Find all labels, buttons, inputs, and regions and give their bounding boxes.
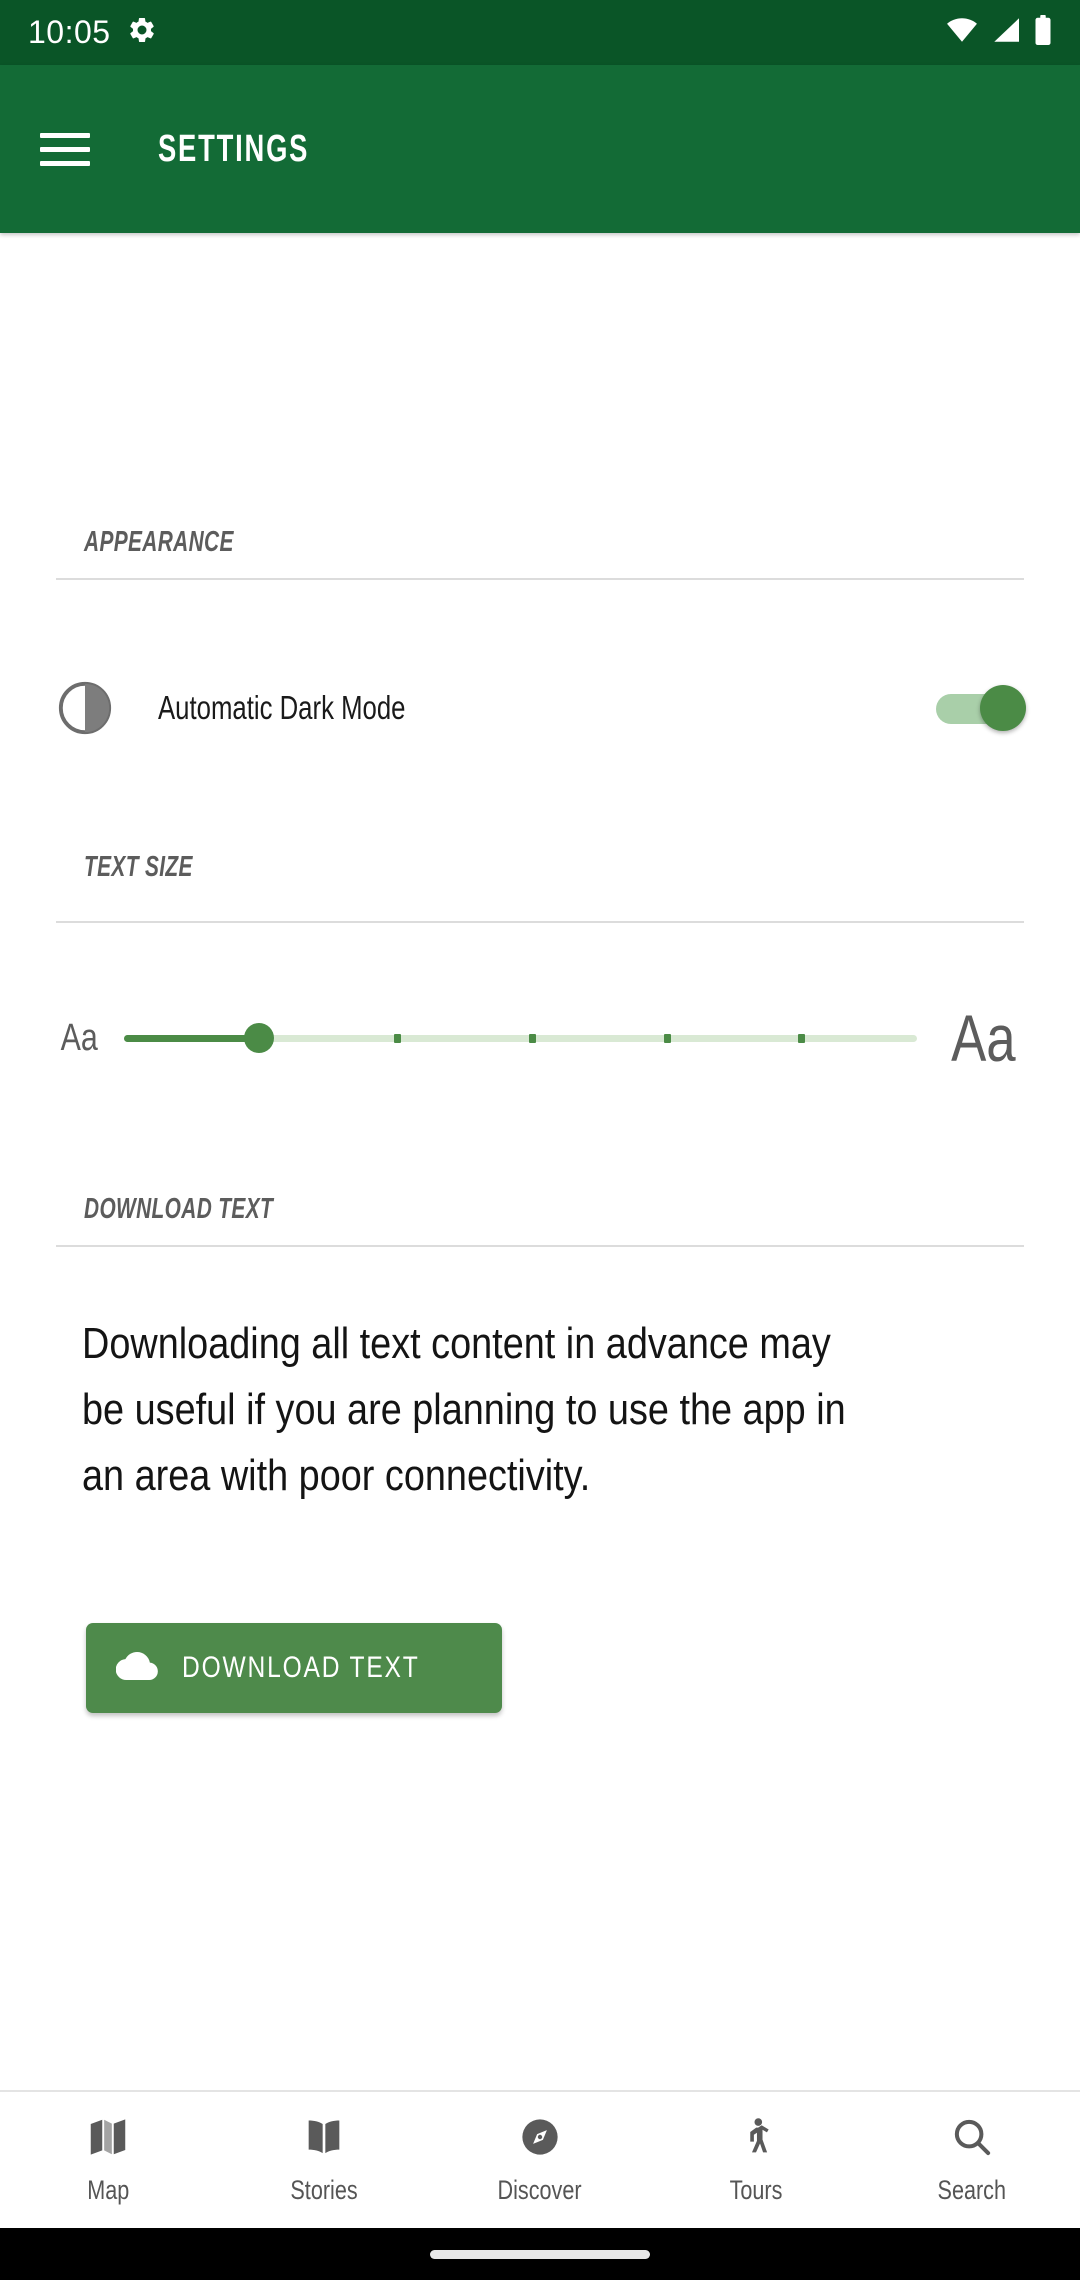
gear-icon [127,15,157,50]
slider-tick [663,1034,671,1043]
status-bar-left: 10:05 [28,14,157,51]
nav-label-map: Map [86,2175,130,2205]
nav-label-discover: Discover [497,2175,583,2205]
hamburger-line [40,146,90,152]
download-text-button-label: DOWNLOAD TEXT [182,1651,420,1684]
nav-item-map[interactable]: Map [0,2114,216,2206]
nav-label-search: Search [937,2175,1007,2205]
open-book-icon [301,2114,347,2165]
toggle-automatic-dark-mode[interactable] [936,685,1026,731]
slider-tick [798,1034,806,1043]
cellular-signal-icon [991,17,1021,48]
hamburger-menu-icon[interactable] [40,120,98,178]
compass-icon [517,2114,563,2165]
status-bar-clock: 10:05 [28,14,111,50]
toggle-thumb [980,685,1026,731]
map-icon [85,2114,131,2165]
slider-tick [528,1034,536,1043]
cloud-download-icon [115,1645,158,1692]
half-circle-contrast-icon [56,679,130,737]
app-screen: 10:05 SETTINGS APPEARANCE Automatic Dark… [0,0,1080,2280]
home-gesture-bar[interactable] [430,2249,650,2259]
text-size-large-label: Aa [951,1001,1016,1075]
text-size-small-label: Aa [60,1016,98,1059]
app-bar: SETTINGS [0,65,1080,233]
slider-fill [124,1035,260,1042]
setting-row-automatic-dark-mode[interactable]: Automatic Dark Mode [0,663,1080,753]
slider-tick [394,1034,402,1043]
section-header-download-text: DOWNLOAD TEXT [84,1193,274,1225]
wifi-icon [946,17,978,48]
divider [56,921,1024,923]
nav-label-stories: Stories [290,2175,358,2205]
text-size-slider[interactable] [124,1008,918,1068]
page-title: SETTINGS [158,127,310,170]
settings-content: APPEARANCE Automatic Dark Mode TEXT SIZE… [0,233,1080,2090]
battery-icon [1034,15,1052,50]
nav-item-stories[interactable]: Stories [216,2114,432,2206]
status-bar-right [946,15,1052,50]
download-text-description: Downloading all text content in advance … [82,1319,846,1500]
setting-label-automatic-dark-mode: Automatic Dark Mode [158,689,406,726]
walking-person-icon [733,2114,779,2165]
hamburger-line [40,160,90,166]
nav-item-discover[interactable]: Discover [432,2114,648,2206]
nav-label-tours: Tours [729,2175,783,2205]
text-size-control: Aa Aa [0,988,1080,1088]
section-header-appearance: APPEARANCE [84,526,234,558]
status-bar: 10:05 [0,0,1080,65]
section-header-text-size: TEXT SIZE [84,851,193,883]
slider-thumb[interactable] [244,1023,275,1053]
search-icon [949,2114,995,2165]
system-gesture-area [0,2228,1080,2280]
download-text-button[interactable]: DOWNLOAD TEXT [86,1623,502,1713]
nav-item-search[interactable]: Search [864,2114,1080,2206]
divider [56,578,1024,580]
nav-item-tours[interactable]: Tours [648,2114,864,2206]
hamburger-line [40,132,90,138]
bottom-navigation-bar: Map Stories Discover Tours Search [0,2090,1080,2228]
divider [56,1245,1024,1247]
